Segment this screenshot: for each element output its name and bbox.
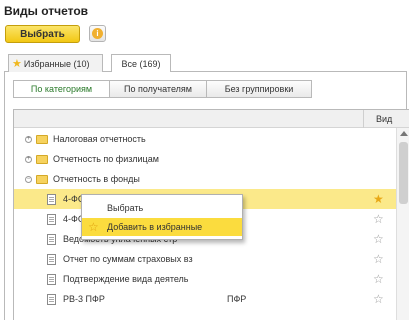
tab-favorites-label: Избранные (10): [23, 58, 90, 69]
row-recipient: ПФР: [227, 294, 247, 304]
no-grouping-button[interactable]: Без группировки: [206, 80, 312, 98]
expand-icon[interactable]: +: [25, 155, 32, 163]
grouping-switch: По категориям По получателям Без группир…: [13, 80, 312, 98]
favorite-star-icon[interactable]: ☆: [373, 232, 384, 246]
row-label: Отчетность по физлицам: [53, 154, 159, 164]
menu-item-add-to-favorites[interactable]: ☆ Добавить в избранные: [82, 218, 242, 236]
document-icon: [47, 213, 56, 225]
tab-all-label: Все (169): [121, 59, 161, 69]
scroll-up-icon[interactable]: [400, 131, 408, 136]
tree-folder-row[interactable]: − Отчетность в фонды: [14, 169, 396, 189]
document-icon: [47, 253, 56, 265]
tree-folder-row[interactable]: + Налоговая отчетность: [14, 129, 396, 149]
menu-item-select[interactable]: Выбрать: [82, 199, 242, 217]
menu-item-label: Добавить в избранные: [107, 222, 203, 232]
favorite-star-icon[interactable]: ☆: [373, 272, 384, 286]
group-by-recipient-button[interactable]: По получателям: [109, 80, 207, 98]
document-icon: [47, 233, 56, 245]
document-icon: [47, 273, 56, 285]
row-label: РВ-3 ПФР: [63, 294, 105, 304]
list-header: Вид: [14, 110, 409, 128]
favorite-star-icon[interactable]: ☆: [373, 292, 384, 306]
favorite-star-icon[interactable]: ☆: [373, 252, 384, 266]
expand-icon[interactable]: +: [25, 135, 32, 143]
tab-all[interactable]: Все (169): [111, 54, 171, 73]
star-icon: ★: [12, 58, 22, 70]
column-header-type[interactable]: Вид: [363, 110, 393, 128]
row-label: Отчетность в фонды: [53, 174, 140, 184]
select-button[interactable]: Выбрать: [5, 25, 80, 43]
info-button[interactable]: i: [89, 25, 106, 42]
scroll-thumb[interactable]: [399, 142, 408, 204]
folder-icon: [36, 174, 48, 184]
document-icon: [47, 293, 56, 305]
tree-folder-row[interactable]: + Отчетность по физлицам: [14, 149, 396, 169]
folder-icon: [36, 134, 48, 144]
row-label: Подтверждение вида деятель: [63, 274, 189, 284]
collapse-icon[interactable]: −: [25, 175, 32, 183]
menu-item-label: Выбрать: [107, 203, 144, 213]
list-item[interactable]: Отчет по суммам страховых вз ☆: [14, 249, 396, 269]
context-menu: Выбрать ☆ Добавить в избранные: [81, 194, 243, 240]
page-title: Виды отчетов: [4, 4, 89, 18]
star-icon: ☆: [88, 220, 99, 234]
row-label: Отчет по суммам страховых вз: [63, 254, 193, 264]
row-label: Налоговая отчетность: [53, 134, 146, 144]
scrollbar[interactable]: [396, 128, 409, 320]
document-icon: [47, 193, 56, 205]
info-icon: i: [92, 28, 103, 39]
tab-favorites[interactable]: ★ Избранные (10): [8, 54, 103, 72]
list-item[interactable]: РВ-3 ПФР ПФР ☆: [14, 289, 396, 309]
list-item[interactable]: Подтверждение вида деятель ☆: [14, 269, 396, 289]
folder-icon: [36, 154, 48, 164]
favorite-star-icon[interactable]: ★: [373, 192, 384, 206]
favorite-star-icon[interactable]: ☆: [373, 212, 384, 226]
group-by-category-button[interactable]: По категориям: [13, 80, 110, 98]
